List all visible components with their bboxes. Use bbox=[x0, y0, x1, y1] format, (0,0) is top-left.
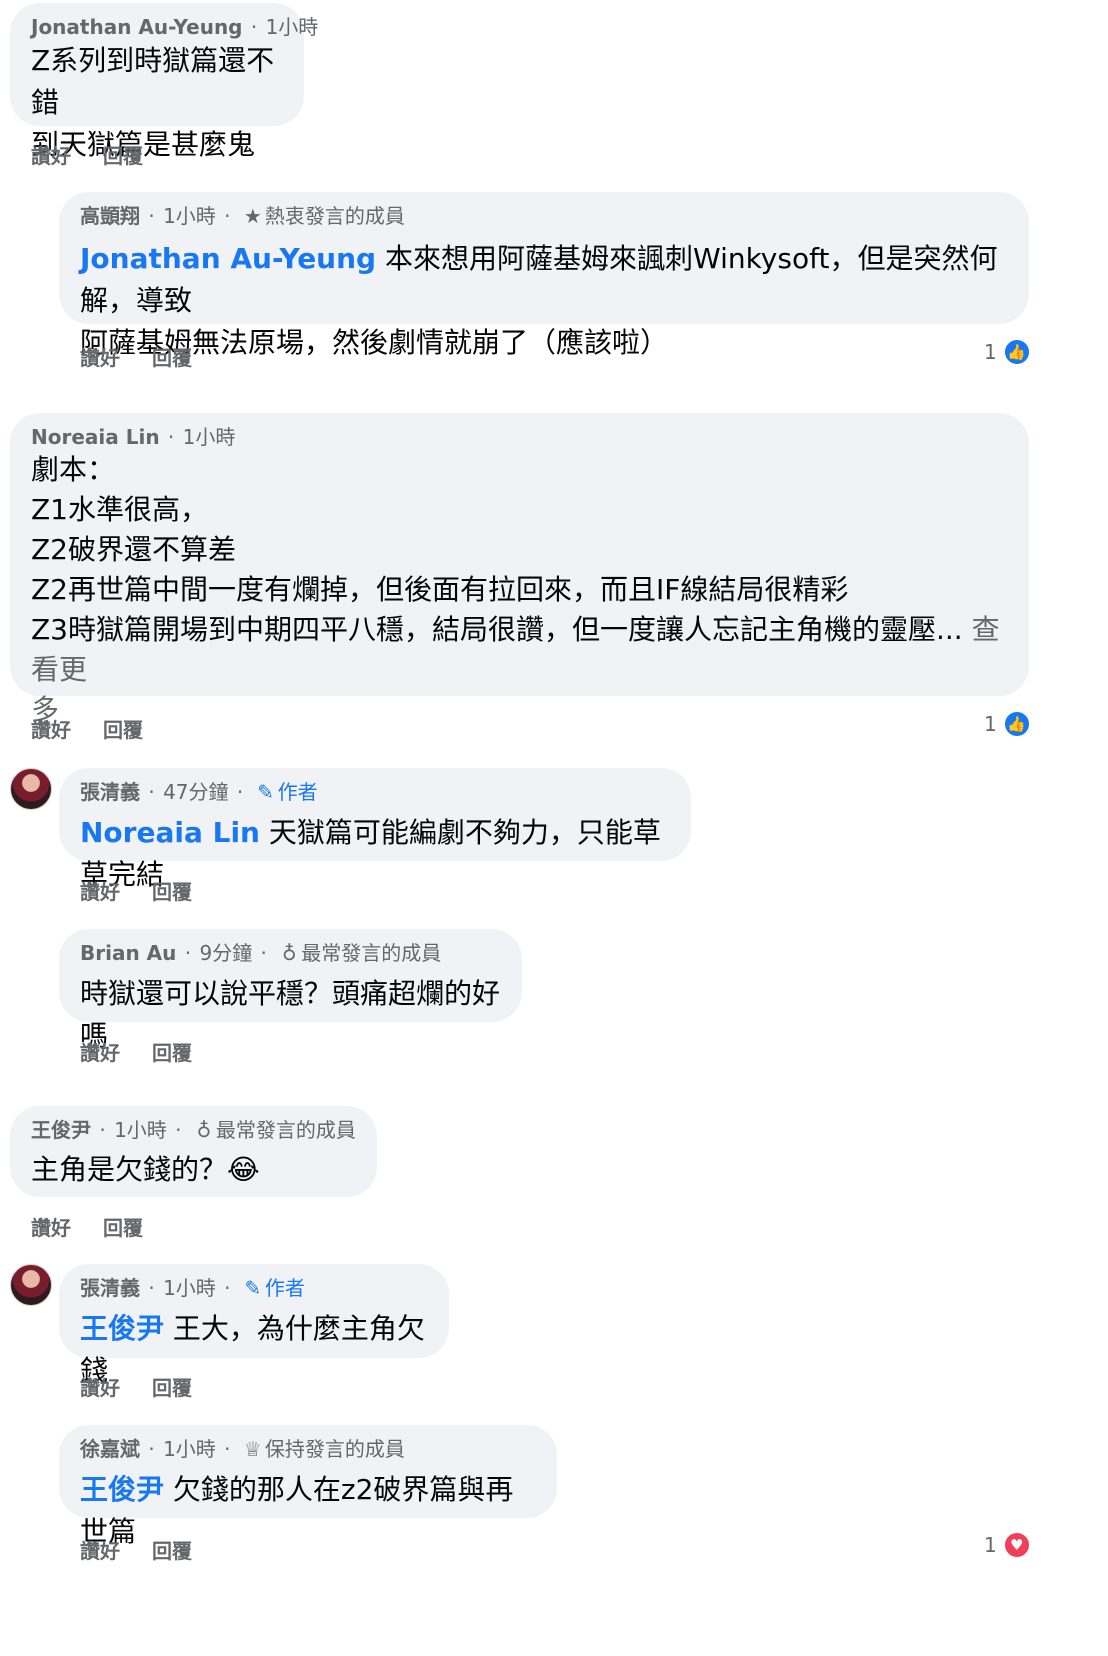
reaction-summary[interactable]: 1 👍 bbox=[984, 710, 1031, 738]
reply-button[interactable]: 回覆 bbox=[103, 1212, 143, 1241]
like-button[interactable]: 讚好 bbox=[31, 714, 71, 743]
comment-meta: 張清義 · 47分鐘 · ✎ 作者 bbox=[80, 780, 318, 804]
pencil-icon: ✎ bbox=[244, 1276, 262, 1300]
award-icon: ♁ bbox=[196, 1118, 212, 1142]
comment-time[interactable]: 1小時 bbox=[114, 1118, 167, 1142]
comment-meta: Noreaia Lin · 1小時 bbox=[31, 425, 236, 449]
comment-time[interactable]: 47分鐘 bbox=[163, 780, 228, 804]
mention-link[interactable]: Jonathan Au-Yeung bbox=[80, 242, 376, 275]
member-badge: 最常發言的成員 bbox=[215, 1118, 356, 1142]
reaction-summary[interactable]: 1 👍 bbox=[984, 338, 1031, 366]
reply-button[interactable]: 回覆 bbox=[103, 140, 143, 169]
member-badge: 最常發言的成員 bbox=[301, 941, 442, 965]
like-button[interactable]: 讚好 bbox=[31, 1212, 71, 1241]
comment-time[interactable]: 1小時 bbox=[163, 204, 216, 228]
comment-line: Z系列到時獄篇還不錯 bbox=[31, 44, 275, 119]
reply-button[interactable]: 回覆 bbox=[103, 714, 143, 743]
reaction-count: 1 bbox=[984, 340, 997, 364]
commenter-name[interactable]: 張清義 bbox=[80, 1276, 140, 1300]
comment-bubble: Noreaia Lin · 1小時 劇本： Z1水準很高， Z2破界還不算差 Z… bbox=[10, 413, 1029, 726]
like-button[interactable]: 讚好 bbox=[31, 140, 71, 169]
comment-meta: 徐嘉斌 · 1小時 · ♕ 保持發言的成員 bbox=[80, 1437, 405, 1461]
like-button[interactable]: 讚好 bbox=[80, 1037, 120, 1066]
reply-bubble: Brian Au · 9分鐘 · ♁ 最常發言的成員 時獄還可以說平穩？頭痛超爛的… bbox=[59, 929, 522, 1052]
like-icon: 👍 bbox=[1002, 338, 1031, 366]
comment-meta: Jonathan Au-Yeung · 1小時 bbox=[31, 15, 319, 39]
comment-actions: 讚好 回覆 bbox=[31, 140, 175, 169]
reply-button[interactable]: 回覆 bbox=[152, 1535, 192, 1564]
comment-actions: 讚好 回覆 bbox=[31, 714, 175, 743]
like-button[interactable]: 讚好 bbox=[80, 342, 120, 371]
comment-time[interactable]: 9分鐘 bbox=[199, 941, 252, 965]
author-badge: 作者 bbox=[264, 1276, 305, 1300]
commenter-name[interactable]: 徐嘉斌 bbox=[80, 1437, 140, 1461]
comment-text: 劇本： Z1水準很高， Z2破界還不算差 Z2再世篇中間一度有爛掉，但後面有拉回… bbox=[31, 450, 1007, 730]
comment-text: 主角是欠錢的？😂 bbox=[31, 1153, 260, 1186]
commenter-name[interactable]: 高顗翔 bbox=[80, 204, 140, 228]
reaction-count: 1 bbox=[984, 1533, 997, 1557]
reply-button[interactable]: 回覆 bbox=[152, 1037, 192, 1066]
award-icon: ♁ bbox=[281, 941, 297, 965]
avatar[interactable] bbox=[10, 1264, 52, 1306]
heart-icon: ♥ bbox=[1002, 1531, 1031, 1559]
like-icon: 👍 bbox=[1002, 710, 1031, 738]
comment-meta: 高顗翔 · 1小時 · ★ 熱衷發言的成員 bbox=[80, 204, 405, 228]
star-icon: ★ bbox=[243, 204, 262, 228]
commenter-name[interactable]: Jonathan Au-Yeung bbox=[31, 15, 243, 39]
reply-button[interactable]: 回覆 bbox=[152, 342, 192, 371]
commenter-name[interactable]: Brian Au bbox=[80, 941, 176, 965]
comment-actions: 讚好 回覆 bbox=[80, 876, 224, 905]
reaction-count: 1 bbox=[984, 712, 997, 736]
comment-meta: Brian Au · 9分鐘 · ♁ 最常發言的成員 bbox=[80, 941, 442, 965]
like-button[interactable]: 讚好 bbox=[80, 1535, 120, 1564]
comment-time[interactable]: 1小時 bbox=[163, 1276, 216, 1300]
mention-link[interactable]: 王俊尹 bbox=[80, 1473, 164, 1506]
comment-actions: 讚好 回覆 bbox=[80, 1037, 224, 1066]
comment-time[interactable]: 1小時 bbox=[163, 1437, 216, 1461]
comment-bubble: Jonathan Au-Yeung · 1小時 Z系列到時獄篇還不錯 到天獄篇是… bbox=[10, 3, 318, 161]
comment-actions: 讚好 回覆 bbox=[80, 1372, 224, 1401]
reply-bubble: 徐嘉斌 · 1小時 · ♕ 保持發言的成員 王俊尹 欠錢的那人在z2破界篇與再世篇 bbox=[59, 1425, 557, 1548]
see-more-link-tail[interactable]: 多 bbox=[31, 690, 1007, 730]
avatar[interactable] bbox=[10, 768, 52, 810]
comment-meta: 張清義 · 1小時 · ✎ 作者 bbox=[80, 1276, 305, 1300]
comment-bubble: 王俊尹 · 1小時 · ♁ 最常發言的成員 主角是欠錢的？😂 bbox=[10, 1106, 377, 1197]
comment-time[interactable]: 1小時 bbox=[266, 15, 319, 39]
mention-link[interactable]: Noreaia Lin bbox=[80, 816, 260, 849]
commenter-name[interactable]: 王俊尹 bbox=[31, 1118, 91, 1142]
reaction-summary[interactable]: 1 ♥ bbox=[984, 1531, 1031, 1559]
member-badge: 熱衷發言的成員 bbox=[264, 204, 405, 228]
commenter-name[interactable]: Noreaia Lin bbox=[31, 425, 160, 449]
reply-button[interactable]: 回覆 bbox=[152, 876, 192, 905]
comment-actions: 讚好 回覆 bbox=[31, 1212, 175, 1241]
like-button[interactable]: 讚好 bbox=[80, 876, 120, 905]
reply-bubble: 張清義 · 1小時 · ✎ 作者 王俊尹 王大，為什麼主角欠錢 bbox=[59, 1264, 449, 1387]
laughing-emoji: 😂 bbox=[227, 1153, 260, 1186]
pencil-icon: ✎ bbox=[257, 780, 274, 804]
comment-actions: 讚好 回覆 bbox=[80, 1535, 224, 1564]
like-button[interactable]: 讚好 bbox=[80, 1372, 120, 1401]
author-badge: 作者 bbox=[277, 780, 318, 804]
comment-time[interactable]: 1小時 bbox=[183, 425, 236, 449]
commenter-name[interactable]: 張清義 bbox=[80, 780, 140, 804]
reply-bubble: 高顗翔 · 1小時 · ★ 熱衷發言的成員 Jonathan Au-Yeung 本… bbox=[59, 192, 1029, 359]
reply-bubble: 張清義 · 47分鐘 · ✎ 作者 Noreaia Lin 天獄篇可能編劇不夠力，… bbox=[59, 768, 691, 891]
trophy-icon: ♕ bbox=[243, 1437, 262, 1461]
member-badge: 保持發言的成員 bbox=[264, 1437, 405, 1461]
comment-meta: 王俊尹 · 1小時 · ♁ 最常發言的成員 bbox=[31, 1118, 356, 1142]
mention-link[interactable]: 王俊尹 bbox=[80, 1312, 164, 1345]
reply-button[interactable]: 回覆 bbox=[152, 1372, 192, 1401]
comment-actions: 讚好 回覆 bbox=[80, 342, 224, 371]
